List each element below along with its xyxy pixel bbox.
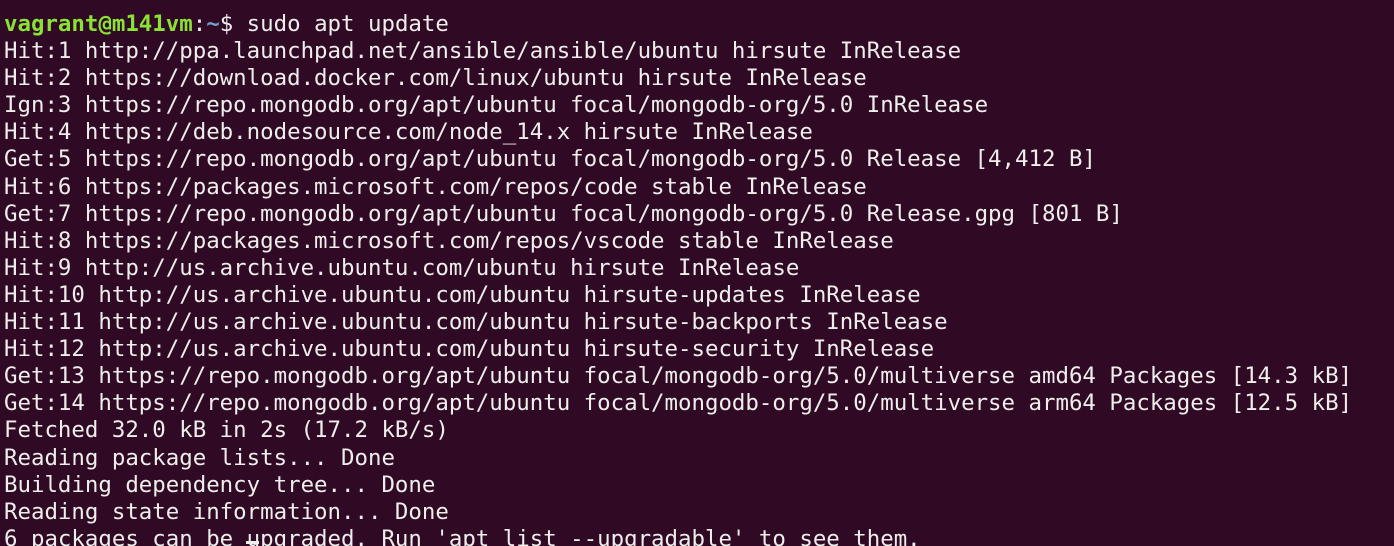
- output-line: Get:13 https://repo.mongodb.org/apt/ubun…: [4, 363, 1353, 390]
- terminal-output: Hit:1 http://ppa.launchpad.net/ansible/a…: [4, 38, 1394, 546]
- output-line: Ign:3 https://repo.mongodb.org/apt/ubunt…: [4, 92, 989, 119]
- output-line: Reading package lists... Done: [4, 444, 395, 471]
- output-line: Hit:9 http://us.archive.ubuntu.com/ubunt…: [4, 254, 800, 281]
- clipped-previous-line: [4, 0, 1394, 11]
- prompt-command: sudo apt update: [246, 11, 449, 37]
- text-cursor: [246, 541, 259, 544]
- output-line: Get:7 https://repo.mongodb.org/apt/ubunt…: [4, 200, 1123, 227]
- output-line: Hit:6 https://packages.microsoft.com/rep…: [4, 173, 867, 200]
- output-line: Get:14 https://repo.mongodb.org/apt/ubun…: [4, 390, 1353, 417]
- prompt-path: ~: [206, 11, 220, 37]
- output-line: Hit:4 https://deb.nodesource.com/node_14…: [4, 119, 813, 146]
- prompt-line: vagrant@m141vm:~$ sudo apt update: [4, 11, 1394, 38]
- prompt-symbol: $: [219, 11, 247, 37]
- output-line: Building dependency tree... Done: [4, 471, 436, 498]
- output-line: Hit:10 http://us.archive.ubuntu.com/ubun…: [4, 281, 921, 308]
- output-line: Hit:12 http://us.archive.ubuntu.com/ubun…: [4, 336, 935, 363]
- prompt-user-host: vagrant@m141vm: [4, 11, 193, 37]
- terminal-window[interactable]: vagrant@m141vm:~$ sudo apt update Hit:1 …: [0, 0, 1394, 546]
- output-line: Fetched 32.0 kB in 2s (17.2 kB/s): [4, 417, 449, 444]
- output-line: Hit:2 https://download.docker.com/linux/…: [4, 65, 867, 92]
- output-line: Hit:11 http://us.archive.ubuntu.com/ubun…: [4, 309, 948, 336]
- output-line: Get:5 https://repo.mongodb.org/apt/ubunt…: [4, 146, 1096, 173]
- output-line: Hit:8 https://packages.microsoft.com/rep…: [4, 227, 894, 254]
- output-line: Reading state information... Done: [4, 498, 449, 525]
- prompt-separator: :: [192, 11, 207, 37]
- output-line: Hit:1 http://ppa.launchpad.net/ansible/a…: [4, 38, 962, 65]
- output-line: 6 packages can be upgraded. Run 'apt lis…: [4, 525, 921, 546]
